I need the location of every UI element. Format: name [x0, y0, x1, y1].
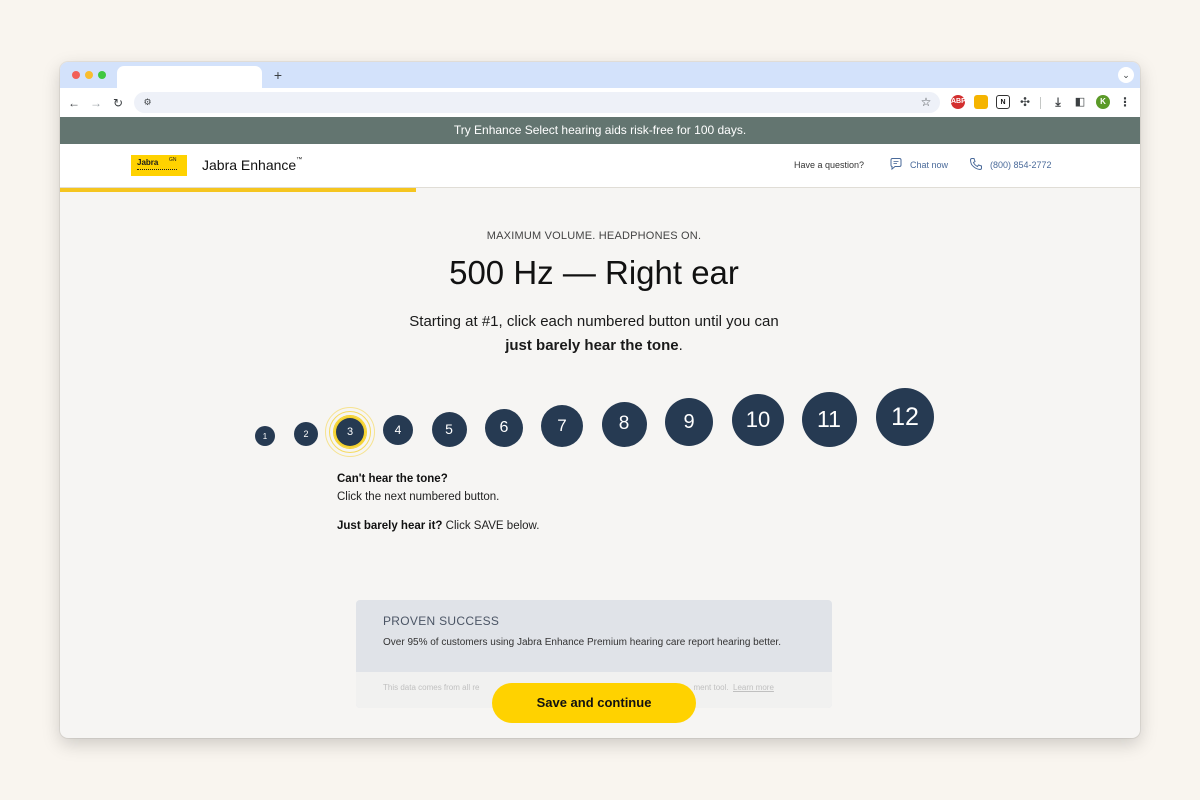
instruction-emphasis: just barely hear the tone: [505, 337, 679, 354]
hint-text: Click the next numbered button.: [337, 491, 500, 503]
test-progress-bar: [60, 188, 1140, 192]
profile-avatar[interactable]: K: [1096, 95, 1110, 109]
test-progress-fill: [60, 188, 417, 192]
browser-menu-icon[interactable]: ⋮: [1118, 95, 1132, 109]
toolbar-divider: [1040, 97, 1041, 109]
maximize-window-icon[interactable]: [98, 71, 106, 79]
instruction-period: .: [678, 337, 683, 354]
browser-tab[interactable]: [117, 66, 262, 88]
card-title: PROVEN SUCCESS: [383, 614, 500, 628]
hint-title: Can't hear the tone?: [337, 473, 448, 485]
reload-icon[interactable]: ↻: [109, 94, 127, 112]
address-bar[interactable]: ⚙ ☆: [134, 92, 940, 113]
card-footnote-start: This data comes from all re: [383, 683, 480, 692]
download-icon[interactable]: ⤓: [1051, 95, 1065, 109]
logo-underline: [137, 169, 177, 170]
have-question-label: Have a question?: [794, 160, 865, 170]
tone-button-12[interactable]: 12: [876, 388, 934, 446]
phone-number-link[interactable]: (800) 854-2772: [990, 160, 1052, 170]
minimize-window-icon[interactable]: [85, 71, 93, 79]
test-eyebrow: MAXIMUM VOLUME. HEADPHONES ON.: [486, 230, 702, 242]
tab-search-icon[interactable]: ⌄: [1118, 67, 1134, 83]
forward-icon[interactable]: →: [87, 94, 105, 112]
tone-button-8[interactable]: 8: [601, 401, 647, 447]
hint-save: Just barely hear it? Click SAVE below.: [337, 520, 539, 532]
tone-button-4[interactable]: 4: [383, 415, 413, 445]
site-settings-icon[interactable]: ⚙: [140, 95, 155, 110]
card-footnote-end: ment tool.: [693, 683, 729, 692]
instruction-line-1: Starting at #1, click each numbered butt…: [409, 313, 779, 330]
page-title: 500 Hz — Right ear: [449, 254, 739, 291]
tone-button-1[interactable]: 1: [255, 426, 275, 446]
new-tab-button[interactable]: +: [270, 66, 286, 84]
site-header: Jabra GN Jabra Enhance™ Have a question?…: [60, 144, 1140, 188]
tone-button-11[interactable]: 11: [801, 391, 857, 447]
jabra-logo[interactable]: Jabra GN: [131, 155, 187, 176]
chat-bubble-icon[interactable]: [889, 157, 903, 171]
browser-window: + ⌄ ← → ↻ ⚙ ☆ ABP N ✣ ⤓ ◧ K ⋮ Try Enhanc…: [60, 62, 1140, 738]
trademark-symbol: ™: [296, 157, 303, 163]
brand-name-text: Jabra Enhance: [202, 157, 297, 173]
browser-tab-bar: + ⌄: [60, 62, 1140, 88]
card-body: Over 95% of customers using Jabra Enhanc…: [383, 637, 781, 648]
browser-toolbar: ← → ↻ ⚙ ☆ ABP N ✣ ⤓ ◧ K ⋮: [60, 88, 1140, 117]
notion-extension-icon[interactable]: N: [996, 95, 1010, 109]
hint-save-text: Click SAVE below.: [442, 520, 540, 532]
extensions-puzzle-icon[interactable]: ✣: [1018, 95, 1032, 109]
adblock-extension-icon[interactable]: ABP: [951, 95, 966, 109]
side-panel-icon[interactable]: ◧: [1073, 95, 1087, 109]
tone-button-7[interactable]: 7: [541, 405, 583, 447]
promo-banner: Try Enhance Select hearing aids risk-fre…: [60, 117, 1140, 144]
tone-button-9[interactable]: 9: [665, 398, 713, 446]
brand-name[interactable]: Jabra Enhance™: [202, 157, 302, 173]
logo-text: Jabra: [137, 158, 159, 167]
logo-superscript: GN: [169, 157, 177, 163]
back-icon[interactable]: ←: [65, 94, 83, 112]
bookmark-star-icon[interactable]: ☆: [918, 94, 934, 110]
hint-save-bold: Just barely hear it?: [337, 520, 443, 532]
extension-icon[interactable]: [974, 95, 988, 109]
phone-icon[interactable]: [969, 157, 983, 171]
tone-button-10[interactable]: 10: [732, 394, 784, 446]
tone-button-6[interactable]: 6: [485, 409, 523, 447]
tone-button-2[interactable]: 2: [294, 422, 318, 446]
learn-more-link[interactable]: Learn more: [733, 683, 774, 692]
tone-button-5[interactable]: 5: [431, 411, 467, 447]
chat-now-link[interactable]: Chat now: [910, 160, 948, 170]
close-window-icon[interactable]: [72, 71, 80, 79]
instruction-line-2: just barely hear the tone.: [60, 337, 1128, 354]
tone-button-3[interactable]: 3: [336, 418, 364, 446]
save-and-continue-button[interactable]: Save and continue: [492, 683, 696, 723]
